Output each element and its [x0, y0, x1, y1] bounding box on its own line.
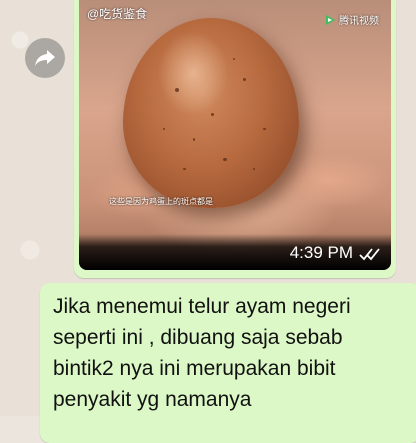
- message-timestamp: 4:39 PM: [289, 243, 353, 262]
- video-info-bar: 4:39 PM: [79, 234, 391, 270]
- video-watermark-platform: 腾讯视频: [324, 12, 379, 27]
- tencent-video-logo-icon: [326, 14, 335, 25]
- text-message-bubble[interactable]: Jika menemui telur ayam negeri seperti i…: [40, 283, 416, 443]
- double-check-icon: [359, 248, 380, 261]
- video-watermark-channel: @吃货鉴食: [87, 7, 148, 21]
- video-message-bubble[interactable]: @吃货鉴食 腾讯视频 这些是因为鸡蛋上的斑点都是 4:39 PM: [74, 0, 396, 278]
- video-watermark-platform-label: 腾讯视频: [339, 16, 379, 27]
- forward-button[interactable]: [25, 38, 65, 78]
- message-text: Jika menemui telur ayam negeri seperti i…: [53, 295, 351, 411]
- forward-icon: [35, 50, 55, 66]
- video-subtitle: 这些是因为鸡蛋上的斑点都是: [109, 197, 213, 206]
- video-thumbnail[interactable]: @吃货鉴食 腾讯视频 这些是因为鸡蛋上的斑点都是 4:39 PM: [79, 0, 391, 270]
